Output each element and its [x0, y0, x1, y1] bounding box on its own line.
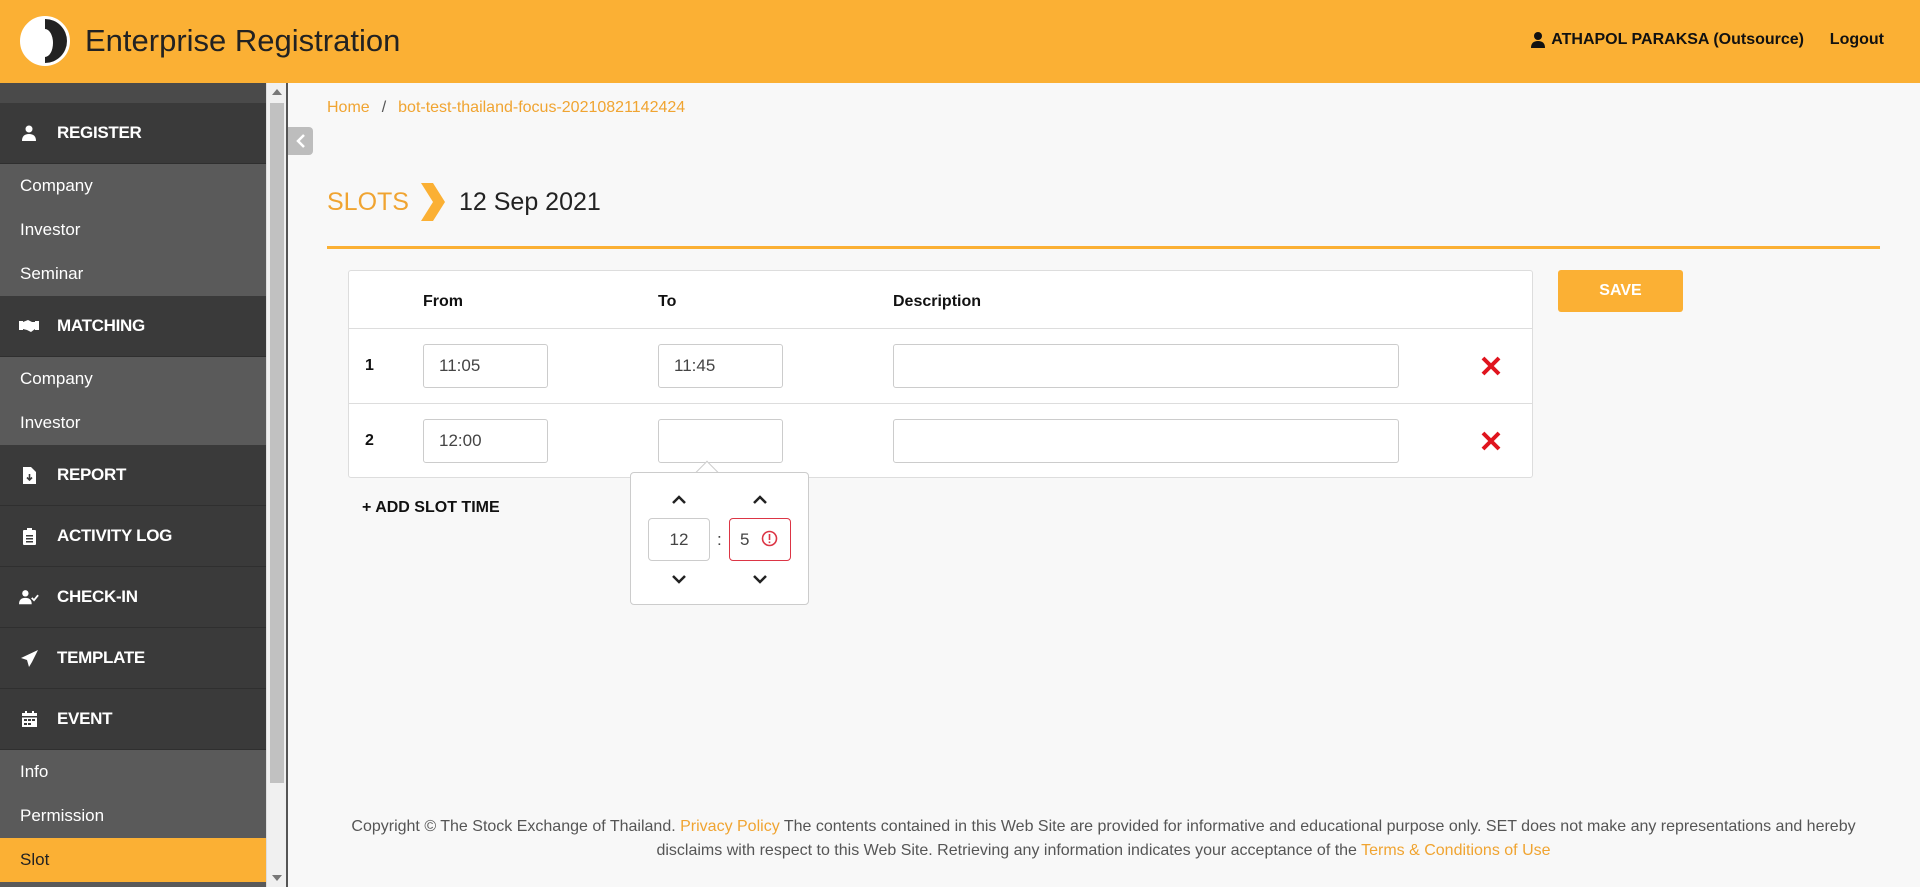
- save-button[interactable]: SAVE: [1558, 270, 1683, 312]
- slots-table: From To Description 1 11:05 11:45 2 12:0…: [348, 270, 1533, 478]
- chevron-down-icon: [753, 575, 767, 584]
- sidebar-item-matching-investor[interactable]: Investor: [0, 401, 266, 445]
- to-time-input[interactable]: [658, 419, 783, 463]
- file-download-icon: [19, 465, 39, 485]
- page-date: 12 Sep 2021: [458, 187, 601, 216]
- sidebar-item-event-permission[interactable]: Permission: [0, 794, 266, 838]
- terms-link[interactable]: Terms & Conditions of Use: [1361, 842, 1550, 859]
- decrement-minutes-button[interactable]: [748, 569, 772, 589]
- row-number: 1: [365, 357, 374, 374]
- clipboard-icon: [19, 526, 39, 546]
- increment-hours-button[interactable]: [667, 490, 691, 510]
- set-logo-icon[interactable]: [20, 16, 70, 66]
- top-header: Enterprise Registration ATHAPOL PARAKSA …: [0, 0, 1920, 83]
- error-icon: [761, 530, 778, 547]
- user-check-icon: [19, 587, 39, 607]
- increment-minutes-button[interactable]: [748, 490, 772, 510]
- scroll-up-icon[interactable]: [272, 89, 282, 95]
- sidebar-section-report[interactable]: REPORT: [0, 445, 266, 506]
- user-name: ATHAPOL PARAKSA (Outsource): [1551, 31, 1804, 48]
- sidebar-section-label: CHECK-IN: [57, 587, 138, 606]
- sidebar-section-label: ACTIVITY LOG: [57, 526, 173, 545]
- paper-plane-icon: [19, 648, 39, 668]
- sidebar-section-register[interactable]: REGISTER: [0, 103, 266, 164]
- decrement-hours-button[interactable]: [667, 569, 691, 589]
- sidebar-section-label: TEMPLATE: [57, 648, 145, 667]
- scroll-down-icon[interactable]: [272, 875, 282, 881]
- sidebar-item-matching-company[interactable]: Company: [0, 357, 266, 401]
- breadcrumb: Home / bot-test-thailand-focus-202108211…: [327, 99, 685, 117]
- sidebar-section-label: REGISTER: [57, 123, 142, 142]
- footer-copyright: Copyright © The Stock Exchange of Thaila…: [351, 818, 681, 835]
- breadcrumb-home-link[interactable]: Home: [327, 99, 370, 117]
- sidebar-item-event-info[interactable]: Info: [0, 750, 266, 794]
- sidebar-item-register-investor[interactable]: Investor: [0, 208, 266, 252]
- handshake-icon: [19, 316, 39, 336]
- delete-row-icon[interactable]: [1480, 355, 1502, 377]
- user-icon: [19, 123, 39, 143]
- page-title: SLOTS 12 Sep 2021: [327, 183, 601, 221]
- column-header-description: Description: [893, 293, 982, 310]
- user-icon: [1531, 32, 1546, 48]
- minutes-input[interactable]: 5: [729, 518, 791, 561]
- sidebar-section-event[interactable]: EVENT: [0, 689, 266, 750]
- user-menu[interactable]: ATHAPOL PARAKSA (Outsource): [1531, 31, 1804, 49]
- privacy-policy-link[interactable]: Privacy Policy: [680, 818, 780, 835]
- page-section-title: SLOTS: [327, 187, 409, 216]
- title-divider: [327, 246, 1880, 249]
- sidebar-section-label: EVENT: [57, 709, 113, 728]
- from-time-input[interactable]: 11:05: [423, 344, 548, 388]
- time-separator: :: [717, 530, 722, 549]
- sidebar-item-event-slot[interactable]: Slot: [0, 838, 266, 882]
- chevron-up-icon: [672, 495, 686, 504]
- chevron-down-icon: [672, 575, 686, 584]
- description-textarea[interactable]: [893, 419, 1399, 463]
- delete-row-icon[interactable]: [1480, 430, 1502, 452]
- footer: Copyright © The Stock Exchange of Thaila…: [327, 815, 1880, 863]
- add-slot-time-button[interactable]: + ADD SLOT TIME: [362, 499, 500, 517]
- logout-link[interactable]: Logout: [1830, 31, 1884, 49]
- sidebar-item-register-company[interactable]: Company: [0, 164, 266, 208]
- app-title: Enterprise Registration: [85, 23, 401, 58]
- calendar-icon: [19, 709, 39, 729]
- breadcrumb-separator: /: [381, 99, 387, 116]
- sidebar-section-activity-log[interactable]: ACTIVITY LOG: [0, 506, 266, 567]
- column-header-to: To: [658, 293, 677, 310]
- sidebar-section-label: MATCHING: [57, 316, 145, 335]
- chevron-left-icon: [295, 134, 305, 148]
- scrollbar-thumb[interactable]: [270, 103, 284, 783]
- collapse-sidebar-button[interactable]: [288, 127, 313, 155]
- hours-input[interactable]: 12: [648, 518, 710, 561]
- row-number: 2: [365, 432, 374, 449]
- to-time-input[interactable]: 11:45: [658, 344, 783, 388]
- sidebar-section-matching[interactable]: MATCHING: [0, 296, 266, 357]
- column-header-from: From: [423, 293, 463, 310]
- breadcrumb-current[interactable]: bot-test-thailand-focus-20210821142424: [398, 99, 685, 117]
- sidebar-section-check-in[interactable]: CHECK-IN: [0, 567, 266, 628]
- sidebar-scrollbar[interactable]: [266, 83, 286, 887]
- from-time-input[interactable]: 12:00: [423, 419, 548, 463]
- sidebar-item-register-seminar[interactable]: Seminar: [0, 252, 266, 296]
- footer-disclaimer: The contents contained in this Web Site …: [656, 818, 1856, 859]
- description-textarea[interactable]: [893, 344, 1399, 388]
- sidebar: REGISTER Company Investor Seminar MATCHI…: [0, 83, 266, 887]
- chevron-right-icon: [420, 183, 445, 221]
- sidebar-section-template[interactable]: TEMPLATE: [0, 628, 266, 689]
- chevron-up-icon: [753, 495, 767, 504]
- sidebar-section-label: REPORT: [57, 465, 127, 484]
